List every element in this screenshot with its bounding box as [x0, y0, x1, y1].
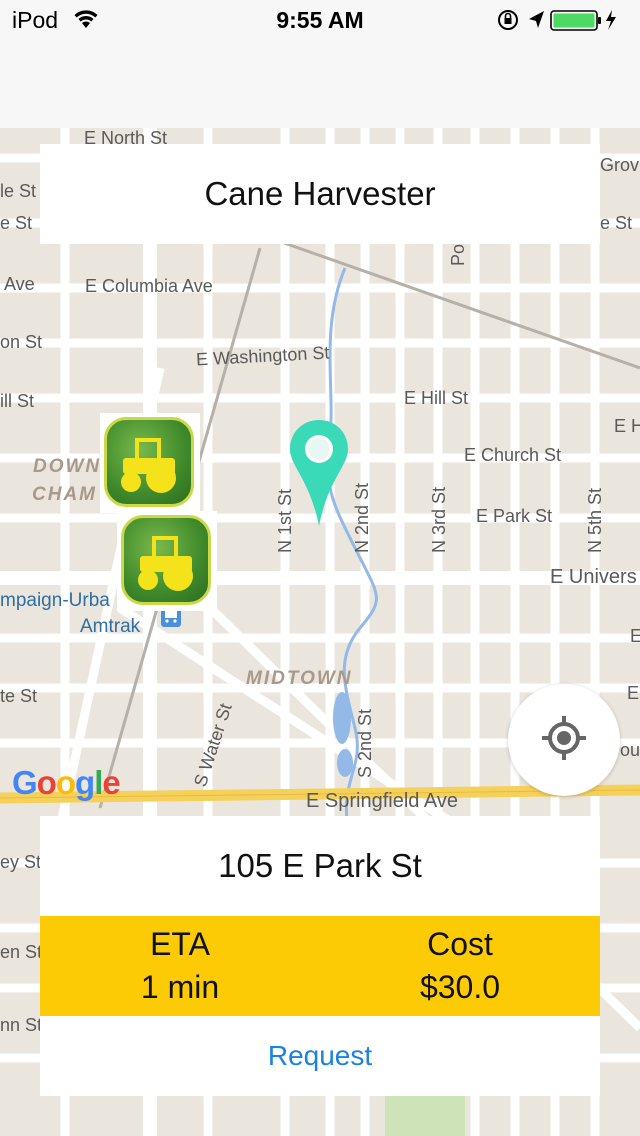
charging-icon: [606, 10, 616, 30]
street-label: nn St: [0, 1015, 43, 1035]
street-label: E Univers: [550, 566, 637, 588]
navigation-bar: [0, 40, 640, 129]
address-text: 105 E Park St: [218, 847, 422, 884]
google-logo: Google: [12, 764, 121, 801]
harvester-marker[interactable]: [117, 511, 217, 611]
district-label: DOWN: [33, 456, 102, 477]
harvester-marker[interactable]: [100, 413, 200, 513]
poi-label: Amtrak: [80, 616, 141, 637]
my-location-icon: [541, 715, 587, 766]
street-label: en St: [0, 942, 43, 962]
cost-value: $30.0: [419, 969, 501, 1005]
street-label: S 2nd St: [355, 708, 375, 778]
street-label: E Hill St: [404, 388, 469, 408]
district-label: CHAM: [32, 484, 97, 505]
status-right: [498, 8, 628, 32]
street-label: E: [630, 626, 640, 646]
eta-label: ETA: [150, 926, 210, 962]
street-label: ill St: [0, 391, 35, 411]
street-label: e St: [600, 213, 633, 233]
location-arrow-icon: [529, 11, 544, 28]
street-label: N 3rd St: [429, 486, 449, 553]
street-label: Grov: [600, 155, 640, 175]
street-label: E: [627, 683, 640, 703]
cost-block: Cost $30.0: [320, 916, 600, 1016]
pickup-address[interactable]: 105 E Park St: [40, 816, 600, 916]
street-label: E Springfield Ave: [306, 790, 458, 812]
tractor-icon: [121, 515, 211, 605]
status-bar: iPod 9:55 AM: [0, 0, 640, 40]
street-label: e St: [0, 213, 33, 233]
street-label: ou: [620, 740, 640, 760]
cost-label: Cost: [427, 926, 493, 962]
district-label: MIDTOWN: [246, 668, 353, 689]
lock-rotation-icon: [498, 10, 518, 30]
street-label: Po: [448, 243, 468, 266]
request-button[interactable]: Request: [40, 1016, 600, 1096]
poi-label: mpaign-Urba: [0, 590, 110, 611]
trip-info-bar: ETA 1 min Cost $30.0: [40, 916, 600, 1016]
street-label: N 2nd St: [352, 482, 372, 553]
eta-value: 1 min: [140, 969, 220, 1005]
street-label: E Columbia Ave: [85, 276, 213, 296]
my-location-button[interactable]: [508, 684, 620, 796]
battery-icon: [550, 10, 601, 31]
request-label: Request: [267, 1040, 373, 1071]
street-label: te St: [0, 686, 38, 706]
eta-block: ETA 1 min: [40, 916, 320, 1016]
street-label: E H: [614, 416, 640, 436]
service-title: Cane Harvester: [204, 175, 436, 212]
street-label: N 5th St: [585, 487, 605, 553]
street-label: Ave: [4, 274, 35, 294]
tractor-icon: [104, 417, 194, 507]
map-pin-icon[interactable]: [288, 418, 350, 533]
street-label: ey St: [0, 852, 42, 872]
street-label: on St: [0, 332, 43, 352]
street-label: le St: [0, 181, 37, 201]
trip-summary-card: 105 E Park St ETA 1 min Cost $30.0 Reque…: [40, 816, 600, 1096]
service-title-card[interactable]: Cane Harvester: [40, 144, 600, 244]
street-label: E Park St: [476, 506, 553, 526]
street-label: E Church St: [464, 445, 562, 465]
